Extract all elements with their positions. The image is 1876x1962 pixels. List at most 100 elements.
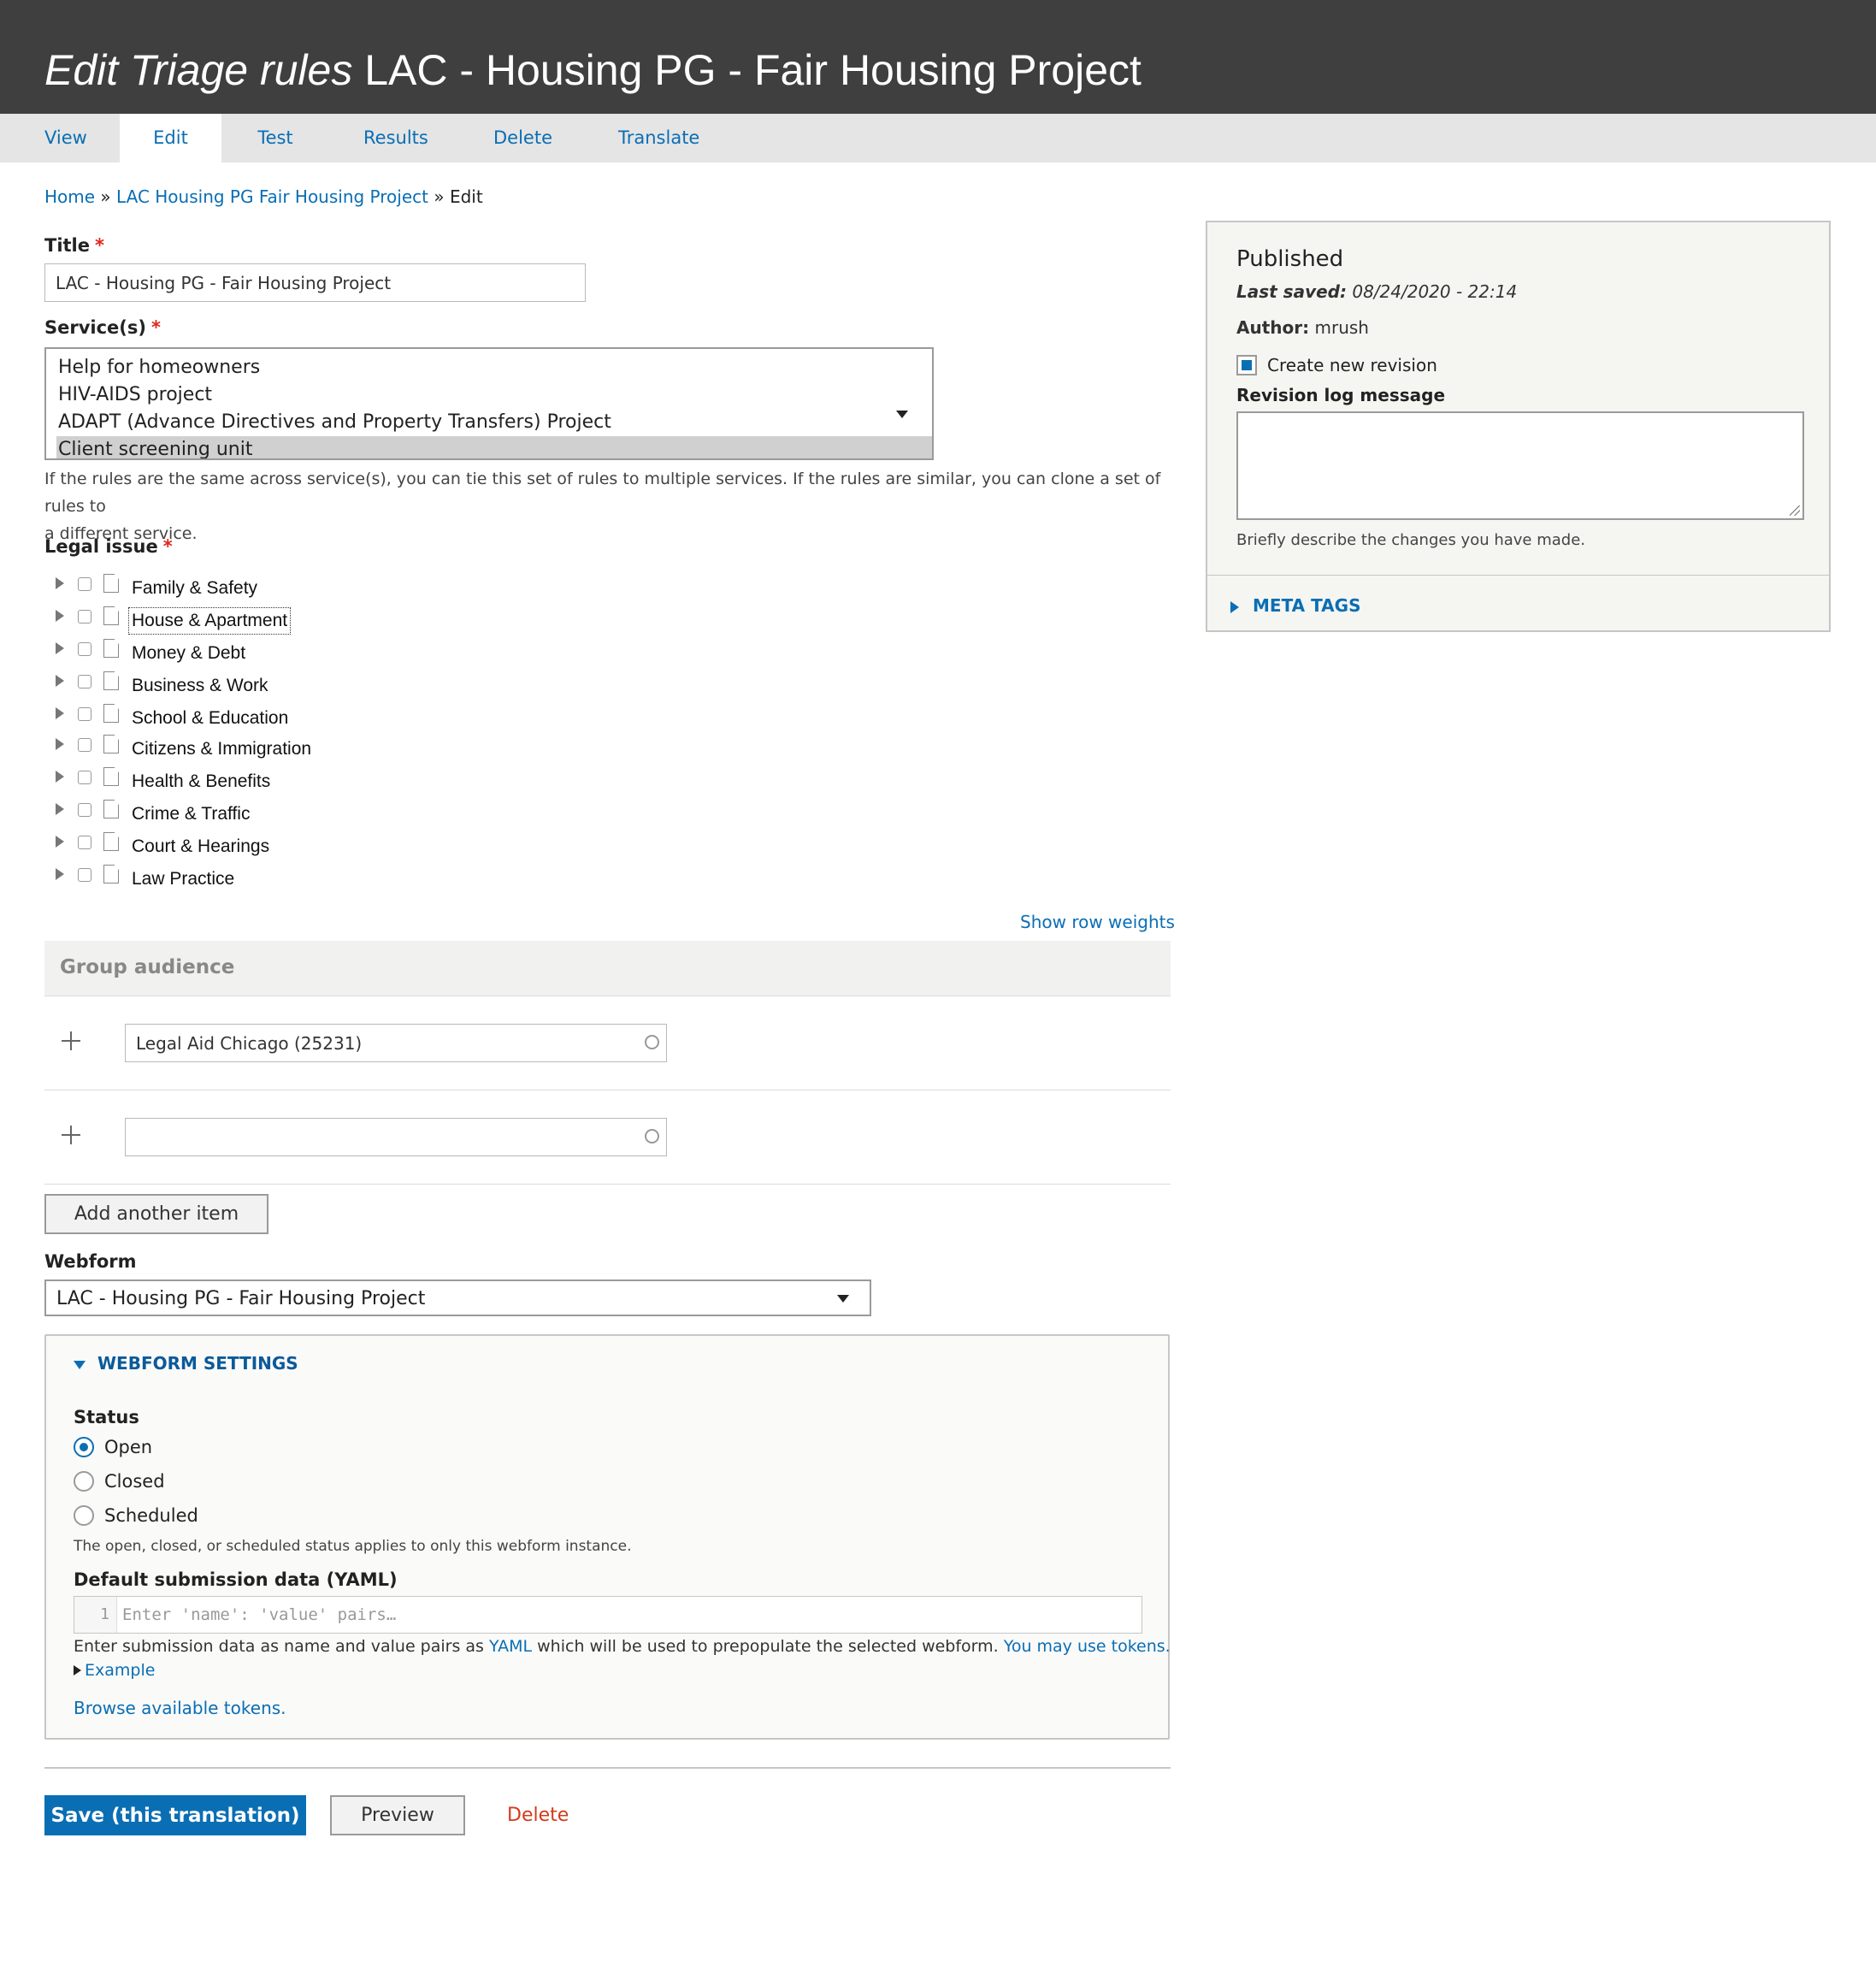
yaml-placeholder: Enter 'name': 'value' pairs…: [122, 1605, 397, 1624]
services-option[interactable]: ADAPT (Advance Directives and Property T…: [58, 409, 611, 436]
create-revision-label[interactable]: Create new revision: [1267, 355, 1437, 375]
author: Author: mrush: [1236, 317, 1369, 338]
page-title-prefix: Edit Triage rules: [44, 46, 353, 94]
status-option-label[interactable]: Scheduled: [104, 1505, 198, 1526]
required-marker: *: [95, 235, 104, 256]
legal-issue-checkbox[interactable]: [78, 642, 91, 656]
webform-select[interactable]: LAC - Housing PG - Fair Housing Project: [44, 1279, 871, 1316]
add-another-item-button[interactable]: Add another item: [44, 1194, 268, 1234]
last-saved-value: 08/24/2020 - 22:14: [1352, 281, 1518, 302]
tab-test[interactable]: Test: [255, 114, 296, 163]
title-input[interactable]: LAC - Housing PG - Fair Housing Project: [44, 263, 586, 302]
drag-handle-icon[interactable]: [62, 1126, 80, 1144]
autocomplete-icon: [645, 1129, 659, 1144]
tokens-link[interactable]: You may use tokens.: [1004, 1637, 1171, 1656]
publish-status: Published: [1236, 246, 1344, 272]
document-icon: [103, 832, 119, 851]
group-audience-input[interactable]: Legal Aid Chicago (25231): [125, 1024, 667, 1062]
legal-issue-checkbox[interactable]: [78, 738, 91, 752]
group-audience-input[interactable]: [125, 1118, 667, 1156]
last-saved: Last saved: 08/24/2020 - 22:14: [1236, 281, 1517, 302]
expand-arrow-icon[interactable]: [56, 577, 64, 589]
yaml-description: Enter submission data as name and value …: [74, 1637, 1171, 1656]
legal-issue-label[interactable]: Law Practice: [132, 869, 234, 889]
status-option-label[interactable]: Closed: [104, 1471, 165, 1492]
expand-arrow-icon[interactable]: [56, 707, 64, 719]
show-row-weights-link[interactable]: Show row weights: [1020, 912, 1175, 932]
legal-issue-checkbox[interactable]: [78, 771, 91, 784]
breadcrumb-node[interactable]: LAC Housing PG Fair Housing Project: [116, 186, 428, 207]
group-audience-header: Group audience: [44, 941, 1171, 996]
legal-issue-checkbox[interactable]: [78, 675, 91, 688]
legal-issue-checkbox[interactable]: [78, 803, 91, 817]
tab-view[interactable]: View: [44, 114, 87, 163]
legal-issue-label[interactable]: Business & Work: [132, 676, 268, 696]
legal-issue-checkbox[interactable]: [78, 610, 91, 623]
legal-issue-checkbox[interactable]: [78, 836, 91, 849]
status-option-label[interactable]: Open: [104, 1437, 152, 1457]
services-description-line: a different service.: [44, 524, 198, 543]
services-multiselect[interactable]: Help for homeowners HIV-AIDS project ADA…: [44, 347, 934, 460]
tab-edit[interactable]: Edit: [120, 114, 221, 163]
status-radio-scheduled[interactable]: [74, 1505, 94, 1526]
meta-tags-toggle[interactable]: META TAGS: [1230, 595, 1360, 616]
document-icon: [103, 767, 119, 786]
status-radio-open[interactable]: [74, 1437, 94, 1457]
legal-issue-label[interactable]: Crime & Traffic: [132, 804, 250, 824]
yaml-link[interactable]: YAML: [489, 1637, 532, 1656]
legal-issue-checkbox[interactable]: [78, 868, 91, 882]
legal-issue-label[interactable]: Court & Hearings: [132, 836, 269, 857]
resize-grip-icon[interactable]: [1790, 505, 1800, 516]
document-icon: [103, 574, 119, 593]
expand-arrow-icon[interactable]: [56, 675, 64, 687]
document-icon: [103, 639, 119, 658]
meta-sidebar: Published Last saved: 08/24/2020 - 22:14…: [1206, 221, 1831, 632]
example-toggle[interactable]: Example: [74, 1661, 155, 1680]
revision-log-label: Revision log message: [1236, 385, 1446, 405]
line-number: 1: [74, 1597, 117, 1633]
legal-issue-label[interactable]: Citizens & Immigration: [132, 739, 311, 759]
services-label: Service(s) *: [44, 317, 161, 338]
yaml-description-text: Enter submission data as name and value …: [74, 1637, 489, 1656]
expand-arrow-icon: [1230, 600, 1239, 613]
legal-issue-label[interactable]: Family & Safety: [132, 578, 257, 599]
tab-results[interactable]: Results: [363, 114, 428, 163]
preview-button[interactable]: Preview: [330, 1795, 465, 1835]
revision-log-textarea[interactable]: [1236, 411, 1804, 520]
delete-link[interactable]: Delete: [507, 1805, 569, 1826]
services-option[interactable]: Help for homeowners: [58, 354, 260, 381]
expand-arrow-icon[interactable]: [56, 803, 64, 815]
legal-issue-label[interactable]: Money & Debt: [132, 643, 245, 664]
example-link[interactable]: Example: [85, 1661, 155, 1680]
document-icon: [103, 704, 119, 723]
breadcrumb-separator: »: [428, 186, 450, 207]
tab-delete[interactable]: Delete: [493, 114, 552, 163]
expand-arrow-icon: [74, 1665, 81, 1675]
services-option[interactable]: HIV-AIDS project: [58, 381, 212, 409]
create-revision-checkbox[interactable]: [1236, 355, 1257, 375]
expand-arrow-icon[interactable]: [56, 868, 64, 880]
services-option-selected[interactable]: Client screening unit: [56, 436, 932, 458]
legal-issue-label[interactable]: School & Education: [132, 708, 288, 729]
yaml-code-editor[interactable]: 1 Enter 'name': 'value' pairs…: [74, 1596, 1142, 1634]
legal-issue-label[interactable]: Health & Benefits: [132, 771, 270, 792]
drag-handle-icon[interactable]: [62, 1031, 80, 1050]
browse-tokens-link[interactable]: Browse available tokens.: [74, 1698, 286, 1718]
webform-settings-summary[interactable]: WEBFORM SETTINGS: [74, 1353, 298, 1374]
expand-arrow-icon[interactable]: [56, 642, 64, 654]
page-title: Edit Triage rules LAC - Housing PG - Fai…: [44, 43, 1142, 98]
status-label: Status: [74, 1407, 139, 1427]
breadcrumb-home[interactable]: Home: [44, 186, 95, 207]
yaml-label: Default submission data (YAML): [74, 1569, 398, 1590]
expand-arrow-icon[interactable]: [56, 836, 64, 848]
legal-issue-checkbox[interactable]: [78, 707, 91, 721]
expand-arrow-icon[interactable]: [56, 610, 64, 622]
expand-arrow-icon[interactable]: [56, 738, 64, 750]
expand-arrow-icon[interactable]: [56, 771, 64, 783]
status-radio-closed[interactable]: [74, 1471, 94, 1492]
save-button[interactable]: Save (this translation): [44, 1795, 306, 1835]
tab-translate[interactable]: Translate: [618, 114, 699, 163]
legal-issue-checkbox[interactable]: [78, 577, 91, 591]
local-tasks-tabs: View Edit Test Results Delete Translate: [0, 114, 1876, 163]
legal-issue-label[interactable]: House & Apartment: [127, 607, 292, 635]
